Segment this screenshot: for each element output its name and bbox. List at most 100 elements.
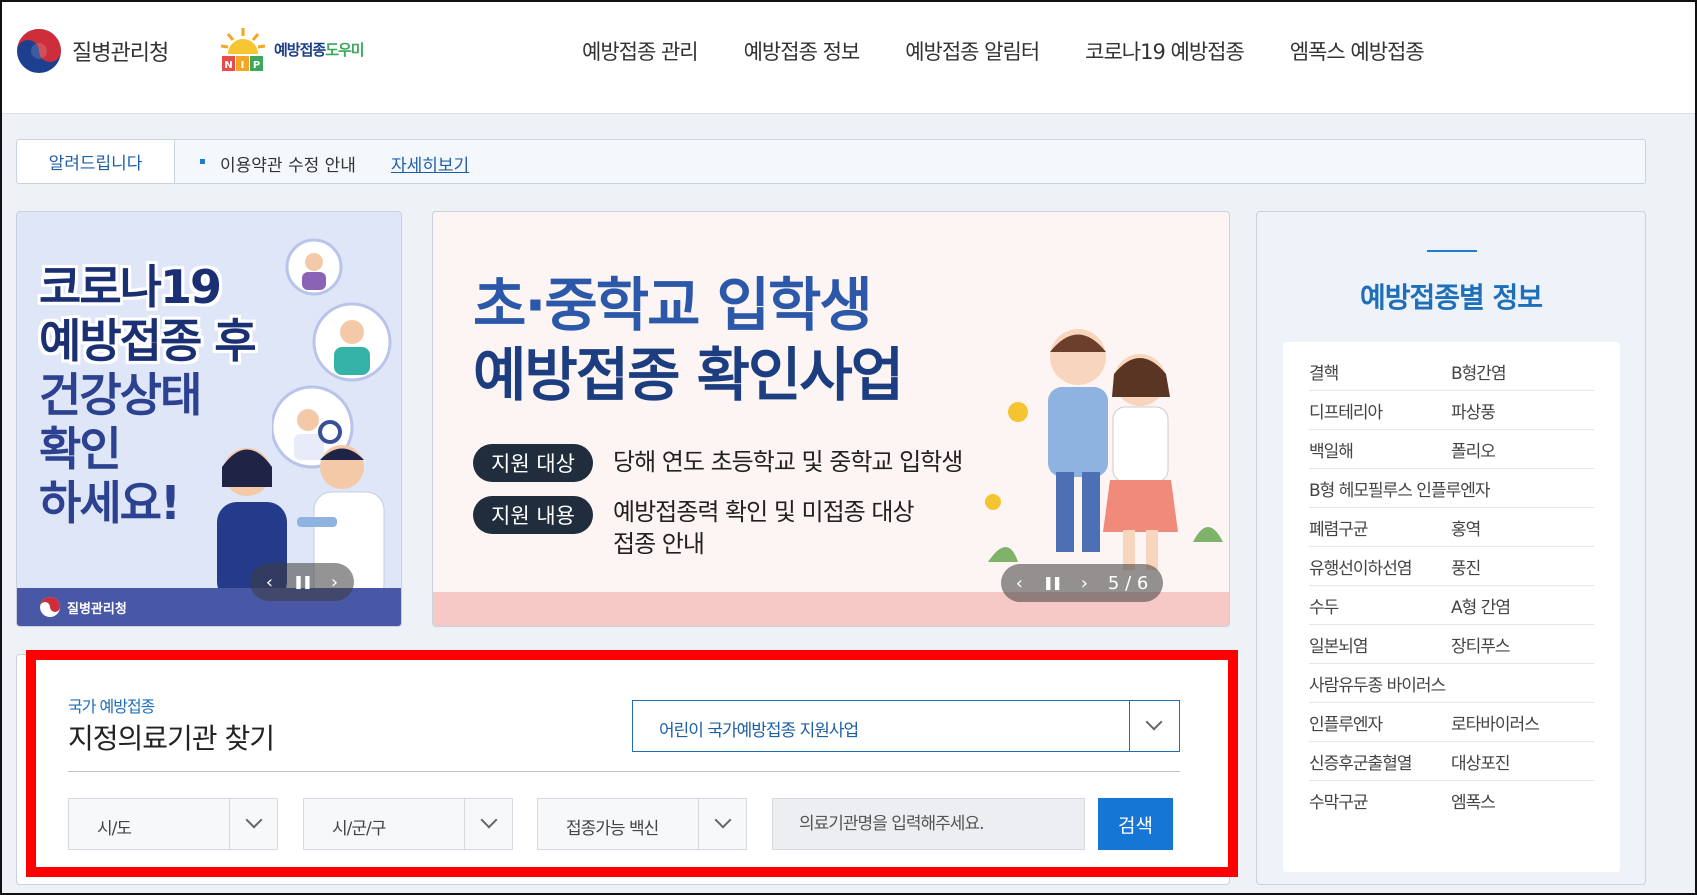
vaccine-link[interactable]: 폐렴구균 — [1309, 515, 1451, 540]
program-select-arrow[interactable] — [1129, 701, 1179, 751]
vaccine-link[interactable]: 수막구균 — [1309, 788, 1451, 813]
vaccine-row: 유행선이하선염 풍진 — [1309, 547, 1594, 586]
nav-covid19-vaccination[interactable]: 코로나19 예방접종 — [1085, 36, 1245, 66]
vaccine-row: 수막구균 엠폭스 — [1309, 781, 1594, 820]
sido-select-arrow[interactable] — [229, 799, 277, 849]
program-select[interactable]: 어린이 국가예방접종 지원사업 — [632, 700, 1180, 752]
sido-select-value: 시/도 — [97, 819, 132, 839]
banner-left-line3: 건강상태 — [39, 368, 202, 422]
search-button[interactable]: 검색 — [1098, 798, 1173, 850]
vaccine-select-arrow[interactable] — [698, 799, 746, 849]
vaccine-link[interactable]: B형간염 — [1451, 359, 1507, 384]
banner-center-title-2: 예방접종 확인사업 — [473, 341, 904, 409]
center-carousel-controls: ‹ ❚❚ › 5 / 6 — [1001, 564, 1163, 602]
nav-vaccination-management[interactable]: 예방접종 관리 — [582, 36, 699, 66]
vaccine-link[interactable]: B형 헤모필루스 인플루엔자 — [1309, 476, 1594, 501]
taegeuk-emblem-icon — [40, 597, 60, 617]
banner-left-line1: 코로나19 — [39, 260, 222, 314]
vaccine-link[interactable]: 엠폭스 — [1451, 788, 1496, 813]
vaccine-row: 디프테리아 파상풍 — [1309, 391, 1594, 430]
vaccine-row: 수두 A형 간염 — [1309, 586, 1594, 625]
next-arrow-icon[interactable]: › — [331, 572, 338, 593]
clinic-search-panel — [16, 654, 1230, 885]
search-title: 지정의료기관 찾기 — [68, 722, 275, 755]
vaccine-row: 인플루엔자 로타바이러스 — [1309, 703, 1594, 742]
slide-counter: 5 / 6 — [1107, 572, 1149, 594]
left-carousel-controls: ‹ ❚❚ › — [250, 563, 354, 601]
chevron-down-icon — [714, 811, 732, 829]
banner-left-title: 코로나19 예방접종 후 건강상태 확인 하세요! — [39, 260, 257, 530]
vaccine-link[interactable]: 백일해 — [1309, 437, 1451, 462]
nav-vaccination-info[interactable]: 예방접종 정보 — [744, 36, 861, 66]
divider — [68, 771, 1180, 772]
support-content-pill: 지원 내용 — [473, 496, 593, 534]
vaccine-row: 백일해 폴리오 — [1309, 430, 1594, 469]
clinic-name-input[interactable] — [772, 798, 1085, 850]
vaccine-link[interactable]: 장티푸스 — [1451, 632, 1511, 657]
notice-tag: 알려드립니다 — [17, 140, 175, 183]
vaccine-link[interactable]: 폴리오 — [1451, 437, 1496, 462]
vaccine-link[interactable]: 파상풍 — [1451, 398, 1496, 423]
vaccine-row: 결핵 B형간염 — [1309, 352, 1594, 391]
vaccine-row: 폐렴구균 홍역 — [1309, 508, 1594, 547]
covid-banner[interactable]: 코로나19 예방접종 후 건강상태 확인 하세요! 질병관리청 ‹ ❚❚ › — [16, 211, 402, 627]
pause-icon[interactable]: ❚❚ — [1043, 576, 1063, 591]
nip-sun-icon: N I P — [220, 28, 266, 71]
chevron-down-icon — [480, 811, 498, 829]
notice-text[interactable]: 이용약관 수정 안내 — [220, 151, 356, 176]
program-select-value: 어린이 국가예방접종 지원사업 — [659, 721, 859, 741]
vaccine-link[interactable]: 홍역 — [1451, 515, 1481, 540]
sigungu-select[interactable]: 시/군/구 — [303, 798, 513, 850]
vaccine-row: B형 헤모필루스 인플루엔자 — [1309, 469, 1594, 508]
next-arrow-icon[interactable]: › — [1081, 573, 1088, 594]
sigungu-select-arrow[interactable] — [464, 799, 512, 849]
notice-more-link[interactable]: 자세히보기 — [391, 151, 469, 176]
vaccine-link[interactable]: 사람유두종 바이러스 — [1309, 671, 1594, 696]
svg-text:I: I — [241, 60, 245, 71]
nip-logo[interactable]: N I P 예방접종도우미 — [218, 26, 365, 72]
title-accent-bar — [1427, 250, 1477, 252]
notice-bar: 알려드립니다 이용약관 수정 안내 자세히보기 — [16, 139, 1646, 184]
kdca-logo[interactable]: 질병관리청 — [16, 28, 169, 74]
svg-text:P: P — [253, 60, 260, 71]
taegeuk-emblem-icon — [17, 29, 61, 73]
vaccine-link[interactable]: 로타바이러스 — [1451, 710, 1540, 735]
vaccine-info-panel: 예방접종별 정보 결핵 B형간염 디프테리아 파상풍 백일해 폴리오 B형 헤모필루스… — [1256, 211, 1646, 885]
banner-left-line5: 하세요! — [39, 476, 181, 530]
support-target-pill: 지원 대상 — [473, 444, 593, 482]
banner-left-line4: 확인 — [39, 422, 122, 476]
vaccine-row: 신증후군출혈열 대상포진 — [1309, 742, 1594, 781]
vaccine-link[interactable]: 수두 — [1309, 593, 1451, 618]
vaccine-link[interactable]: 풍진 — [1451, 554, 1481, 579]
vaccine-link[interactable]: 인플루엔자 — [1309, 710, 1451, 735]
vaccine-row: 사람유두종 바이러스 — [1309, 664, 1594, 703]
bullet-icon — [200, 159, 205, 164]
vaccine-link[interactable]: A형 간염 — [1451, 593, 1511, 618]
support-content-text: 예방접종력 확인 및 미접종 대상 접종 안내 — [613, 496, 915, 560]
banner-left-line2: 예방접종 후 — [39, 314, 257, 368]
banner-left-footer-text: 질병관리청 — [67, 602, 127, 617]
vaccine-link[interactable]: 일본뇌염 — [1309, 632, 1451, 657]
vaccine-link[interactable]: 디프테리아 — [1309, 398, 1451, 423]
svg-text:N: N — [224, 60, 232, 71]
vaccine-link[interactable]: 결핵 — [1309, 359, 1451, 384]
nav-vaccination-notice[interactable]: 예방접종 알림터 — [905, 36, 1040, 66]
nip-name-2: 도우미 — [325, 40, 364, 59]
nav-mpox-vaccination[interactable]: 엠폭스 예방접종 — [1290, 36, 1425, 66]
pause-icon[interactable]: ❚❚ — [293, 575, 313, 590]
support-content-line2: 접종 안내 — [613, 530, 705, 558]
prev-arrow-icon[interactable]: ‹ — [1016, 573, 1023, 594]
chevron-down-icon — [1145, 713, 1163, 731]
sigungu-select-value: 시/군/구 — [332, 819, 386, 839]
site-header: 질병관리청 N I P 예방접종도우미 예방접종 관리 예방접종 정보 예방접종… — [0, 0, 1697, 114]
banner-center-title: 초·중학교 입학생 예방접종 확인사업 — [473, 270, 904, 410]
banner-center-title-1: 초·중학교 입학생 — [473, 271, 873, 339]
vaccine-select[interactable]: 접종가능 백신 — [537, 798, 747, 850]
school-entry-banner[interactable]: 초·중학교 입학생 예방접종 확인사업 지원 대상 당해 연도 초등학교 및 중… — [432, 211, 1230, 627]
vaccine-link[interactable]: 유행선이하선염 — [1309, 554, 1451, 579]
prev-arrow-icon[interactable]: ‹ — [266, 572, 273, 593]
search-subtitle: 국가 예방접종 — [68, 697, 155, 716]
vaccine-link[interactable]: 신증후군출혈열 — [1309, 749, 1451, 774]
vaccine-link[interactable]: 대상포진 — [1451, 749, 1511, 774]
sido-select[interactable]: 시/도 — [68, 798, 278, 850]
